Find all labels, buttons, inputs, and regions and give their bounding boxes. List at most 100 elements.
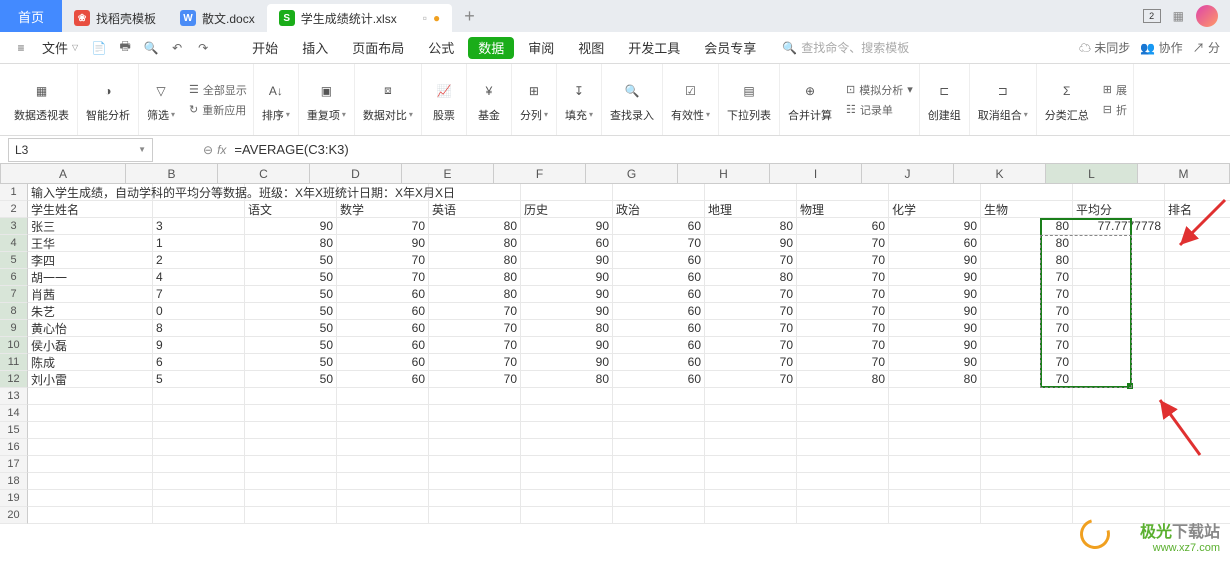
cell[interactable] xyxy=(981,456,1073,473)
window-count-badge[interactable]: 2 xyxy=(1143,9,1161,23)
cell[interactable]: 50 xyxy=(245,303,337,320)
cell[interactable] xyxy=(1073,235,1165,252)
cell[interactable]: 80 xyxy=(705,218,797,235)
cell[interactable]: 化学 xyxy=(889,201,981,218)
cell[interactable] xyxy=(705,439,797,456)
cell[interactable]: 政治 xyxy=(613,201,705,218)
cell[interactable]: 语文 xyxy=(245,201,337,218)
cell[interactable] xyxy=(1073,252,1165,269)
cell[interactable] xyxy=(797,456,889,473)
row-header[interactable]: 13 xyxy=(0,388,28,405)
coop-button[interactable]: 👥 协作 xyxy=(1140,39,1182,56)
fx-icon[interactable]: fx xyxy=(217,143,226,157)
fill-button[interactable]: ↧填充▾ xyxy=(557,64,602,135)
cell[interactable] xyxy=(429,439,521,456)
row-header[interactable]: 16 xyxy=(0,439,28,456)
cell[interactable] xyxy=(521,422,613,439)
dropdown-button[interactable]: ▤下拉列表 xyxy=(719,64,780,135)
cell[interactable]: 6 xyxy=(153,354,245,371)
cell[interactable] xyxy=(521,456,613,473)
cell[interactable]: 80 xyxy=(797,371,889,388)
cell[interactable] xyxy=(337,456,429,473)
cell[interactable]: 90 xyxy=(889,218,981,235)
record-form-button[interactable]: ☷记录单 xyxy=(846,102,913,118)
cell[interactable]: 90 xyxy=(521,269,613,286)
cell[interactable]: 60 xyxy=(613,320,705,337)
cell[interactable]: 50 xyxy=(245,371,337,388)
cell[interactable] xyxy=(981,439,1073,456)
cell[interactable] xyxy=(1165,422,1230,439)
cell[interactable]: 70 xyxy=(797,252,889,269)
cell[interactable]: 70 xyxy=(613,235,705,252)
cell[interactable]: 90 xyxy=(521,337,613,354)
row-header[interactable]: 1 xyxy=(0,184,28,201)
cell[interactable] xyxy=(1165,218,1230,235)
cell[interactable]: 70 xyxy=(429,303,521,320)
cell[interactable]: 90 xyxy=(889,320,981,337)
cell[interactable] xyxy=(889,184,981,201)
row-header[interactable]: 9 xyxy=(0,320,28,337)
column-header[interactable]: L xyxy=(1046,164,1138,183)
cell[interactable] xyxy=(429,507,521,524)
cell[interactable] xyxy=(337,422,429,439)
duplicates-button[interactable]: ▣重复项▾ xyxy=(299,64,355,135)
command-search[interactable]: 🔍 查找命令、搜索模板 xyxy=(782,39,909,56)
cell[interactable] xyxy=(1073,388,1165,405)
cell[interactable]: 77.7777778 xyxy=(1073,218,1165,235)
cell[interactable] xyxy=(429,405,521,422)
cell[interactable] xyxy=(613,473,705,490)
cell[interactable] xyxy=(245,405,337,422)
cell[interactable]: 生物 xyxy=(981,201,1073,218)
cell[interactable] xyxy=(153,388,245,405)
cell[interactable] xyxy=(1073,303,1165,320)
cell[interactable] xyxy=(613,490,705,507)
cell[interactable] xyxy=(1165,371,1230,388)
cell[interactable] xyxy=(981,405,1073,422)
cell[interactable] xyxy=(1073,456,1165,473)
cell[interactable]: 70 xyxy=(797,320,889,337)
cell[interactable]: 张三 xyxy=(28,218,153,235)
cell[interactable]: 70 xyxy=(981,354,1073,371)
cell[interactable]: 60 xyxy=(613,252,705,269)
cell[interactable] xyxy=(705,184,797,201)
row-header[interactable]: 18 xyxy=(0,473,28,490)
cell[interactable] xyxy=(521,473,613,490)
cell[interactable]: 60 xyxy=(337,371,429,388)
cell[interactable]: 60 xyxy=(613,269,705,286)
cell[interactable] xyxy=(521,184,613,201)
cell[interactable] xyxy=(705,422,797,439)
cell[interactable]: 数学 xyxy=(337,201,429,218)
cell[interactable]: 8 xyxy=(153,320,245,337)
cell[interactable]: 0 xyxy=(153,303,245,320)
mtab-data[interactable]: 数据 xyxy=(468,37,514,59)
cell[interactable]: 70 xyxy=(705,286,797,303)
cell[interactable]: 70 xyxy=(981,320,1073,337)
cell[interactable] xyxy=(889,507,981,524)
save-button[interactable]: 📄 xyxy=(88,37,110,59)
cell[interactable]: 学生姓名 xyxy=(28,201,153,218)
row-header[interactable]: 20 xyxy=(0,507,28,524)
cell[interactable] xyxy=(245,507,337,524)
cell[interactable]: 60 xyxy=(613,286,705,303)
collapse-button[interactable]: ⊟折 xyxy=(1103,102,1127,118)
redo-button[interactable]: ↷ xyxy=(192,37,214,59)
cell[interactable]: 90 xyxy=(521,218,613,235)
mtab-start[interactable]: 开始 xyxy=(242,32,288,64)
cell[interactable]: 90 xyxy=(705,235,797,252)
cell[interactable]: 80 xyxy=(705,269,797,286)
unsync-button[interactable]: ☁ 未同步 xyxy=(1079,39,1130,56)
split-col-button[interactable]: ⊞分列▾ xyxy=(512,64,557,135)
cell[interactable] xyxy=(613,388,705,405)
mtab-formula[interactable]: 公式 xyxy=(418,32,464,64)
cell[interactable] xyxy=(337,507,429,524)
cell[interactable]: 80 xyxy=(429,218,521,235)
cell[interactable] xyxy=(1165,490,1230,507)
user-avatar[interactable] xyxy=(1196,5,1218,27)
cell[interactable] xyxy=(1165,439,1230,456)
cell[interactable] xyxy=(245,388,337,405)
cell[interactable] xyxy=(1073,473,1165,490)
cell[interactable] xyxy=(1165,269,1230,286)
cell[interactable] xyxy=(1165,286,1230,303)
formula-input[interactable]: =AVERAGE(C3:K3) xyxy=(226,142,1230,157)
cell[interactable]: 60 xyxy=(889,235,981,252)
